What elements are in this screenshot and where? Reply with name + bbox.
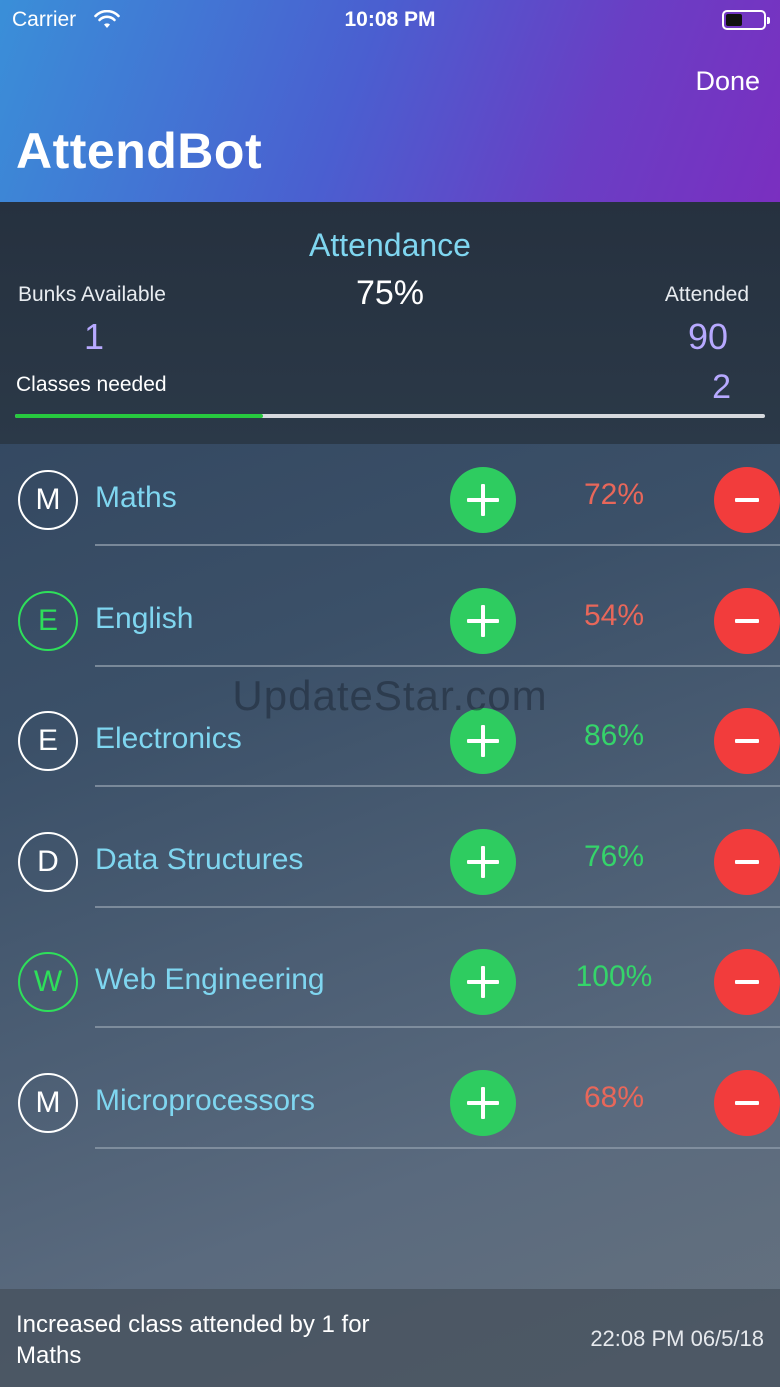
attended-value: 90 xyxy=(687,316,728,357)
attendance-summary: Attendance 75% Bunks Available 1 Attende… xyxy=(0,202,780,444)
battery-icon xyxy=(722,10,770,30)
subject-avatar: M xyxy=(18,1072,78,1133)
minus-icon[interactable] xyxy=(714,1069,780,1136)
minus-icon[interactable] xyxy=(714,708,780,774)
footer-timestamp: 22:08 PM 06/5/18 xyxy=(590,1326,764,1351)
page-title: AttendBot xyxy=(16,123,263,179)
subject-avatar: E xyxy=(18,590,78,651)
subject-percentage: 72% xyxy=(583,478,645,511)
subject-name: English xyxy=(95,601,194,635)
minus-icon[interactable] xyxy=(714,828,780,895)
subject-percentage: 54% xyxy=(583,598,645,632)
attendance-label: Attendance xyxy=(309,227,471,263)
subject-percentage: 68% xyxy=(583,1080,645,1114)
subject-avatar: W xyxy=(18,952,78,1012)
bunks-available-label: Bunks Available xyxy=(18,283,166,306)
subject-row: W Web Engineering 100% xyxy=(0,926,780,1046)
subject-avatar: D xyxy=(18,831,78,892)
subject-row: E English 54% xyxy=(0,565,780,685)
footer: Increased class attended by 1 for Maths … xyxy=(0,1289,780,1387)
row-divider xyxy=(95,544,780,546)
subject-name: Data Structures xyxy=(95,842,304,876)
minus-icon[interactable] xyxy=(714,949,780,1015)
classes-needed-value: 2 xyxy=(712,368,731,406)
plus-icon[interactable] xyxy=(450,587,516,654)
subject-name: Microprocessors xyxy=(95,1083,316,1117)
attendance-progress-fill xyxy=(15,414,263,418)
bunks-available-value: 1 xyxy=(84,316,105,357)
subject-avatar: E xyxy=(18,711,78,771)
subject-avatar: M xyxy=(18,470,78,530)
row-divider xyxy=(95,1026,780,1028)
plus-icon[interactable] xyxy=(450,467,516,533)
classes-needed-label: Classes needed xyxy=(16,373,167,396)
subject-percentage: 100% xyxy=(575,960,653,993)
subject-name: Web Engineering xyxy=(95,963,325,996)
subject-name: Maths xyxy=(95,481,177,514)
header: Carrier 10:08 PM Done AttendBot xyxy=(0,0,780,202)
status-bar: Carrier 10:08 PM xyxy=(0,0,780,40)
subject-percentage: 76% xyxy=(583,839,645,873)
clock: 10:08 PM xyxy=(344,8,436,31)
subject-row: M Maths 72% xyxy=(0,444,780,564)
plus-icon[interactable] xyxy=(450,708,516,774)
done-button[interactable]: Done xyxy=(695,66,760,97)
subject-percentage: 86% xyxy=(583,719,645,752)
footer-message: Increased class attended by 1 for Maths xyxy=(16,1311,370,1369)
attended-label: Attended xyxy=(664,283,749,306)
minus-icon[interactable] xyxy=(714,467,780,533)
subject-row: E Electronics 86% xyxy=(0,685,780,805)
row-divider xyxy=(95,664,780,667)
plus-icon[interactable] xyxy=(450,949,516,1015)
subject-row: M Microprocessors 68% xyxy=(0,1047,780,1167)
row-divider xyxy=(95,785,780,787)
row-divider xyxy=(95,1146,780,1149)
subject-name: Electronics xyxy=(95,722,242,755)
attendance-progress-bar xyxy=(15,414,765,418)
plus-icon[interactable] xyxy=(450,828,516,895)
minus-icon[interactable] xyxy=(714,587,780,654)
plus-icon[interactable] xyxy=(450,1069,516,1136)
subject-row: D Data Structures 76% xyxy=(0,806,780,926)
row-divider xyxy=(95,905,780,908)
